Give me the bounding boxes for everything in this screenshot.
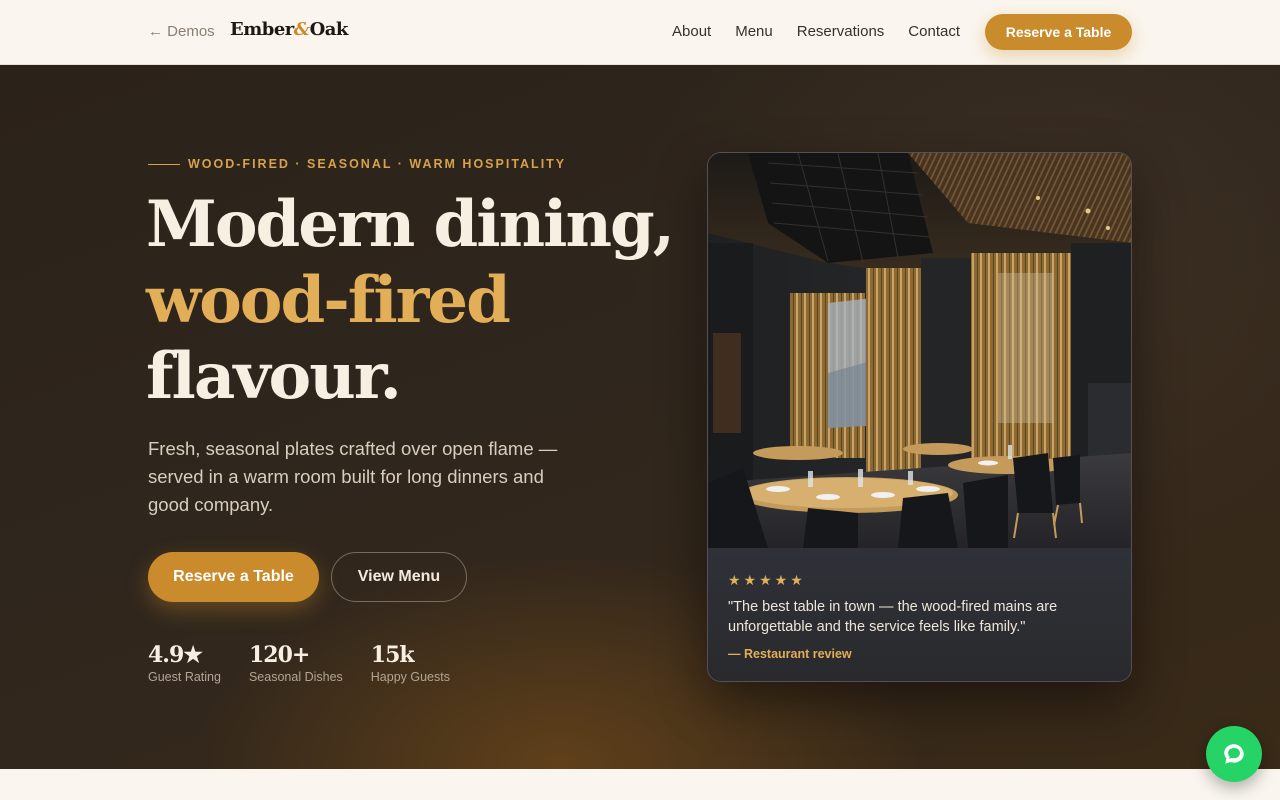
nav-link-contact[interactable]: Contact: [908, 23, 960, 40]
reserve-table-button[interactable]: Reserve a Table: [148, 552, 319, 602]
hero-headline: Modern dining, wood-fired flavour.: [146, 187, 706, 415]
stat-dishes: 120+ Seasonal Dishes: [249, 642, 343, 684]
stat-value: 120+: [248, 642, 310, 668]
hero-eyebrow: WOOD-FIRED · SEASONAL · WARM HOSPITALITY: [148, 157, 566, 171]
stat-label: Seasonal Dishes: [248, 670, 343, 684]
nav-links: About Menu Reservations Contact: [672, 23, 960, 40]
headline-line-1: Modern dining,: [146, 187, 675, 262]
back-to-demos-link[interactable]: ← Demos: [148, 23, 215, 40]
stat-value: 4.9★: [148, 642, 203, 668]
hero-stats: 4.9★ Guest Rating 120+ Seasonal Dishes 1…: [148, 642, 450, 684]
nav-link-reservations[interactable]: Reservations: [797, 23, 885, 40]
view-menu-button[interactable]: View Menu: [331, 552, 467, 602]
stat-rating: 4.9★ Guest Rating: [148, 642, 221, 684]
eyebrow-rule: [148, 163, 180, 165]
chat-widget-button[interactable]: [1206, 726, 1262, 782]
chat-bubble-icon: [1224, 744, 1244, 764]
brand-logo[interactable]: Ember&Oak: [230, 19, 348, 40]
review-panel: ★★★★★ "The best table in town — the wood…: [708, 548, 1131, 681]
stat-label: Happy Guests: [370, 670, 450, 684]
nav-link-menu[interactable]: Menu: [735, 23, 773, 40]
rating-stars: ★★★★★: [728, 572, 806, 588]
nav-link-about[interactable]: About: [672, 23, 711, 40]
hero-photo-card: ★★★★★ "The best table in town — the wood…: [707, 152, 1132, 682]
brand-ampersand: &: [293, 19, 310, 40]
hero-section: WOOD-FIRED · SEASONAL · WARM HOSPITALITY…: [0, 65, 1280, 769]
brand-name-right: Oak: [309, 19, 349, 40]
headline-accent: wood-fired: [146, 263, 511, 338]
stat-label: Guest Rating: [148, 670, 221, 684]
stat-value: 15k: [370, 642, 415, 668]
stat-guests: 15k Happy Guests: [371, 642, 450, 684]
headline-line-3: flavour.: [146, 339, 402, 414]
eyebrow-text: WOOD-FIRED · SEASONAL · WARM HOSPITALITY: [188, 157, 567, 171]
next-section-edge: [0, 769, 1280, 800]
review-quote: "The best table in town — the wood-fired…: [728, 599, 1058, 635]
restaurant-interior-image: [708, 153, 1131, 548]
nav-reserve-button[interactable]: Reserve a Table: [985, 14, 1132, 50]
review-source: — Restaurant review: [728, 647, 852, 661]
hero-description: Fresh, seasonal plates crafted over open…: [148, 438, 558, 515]
brand-name-left: Ember: [230, 19, 294, 40]
top-navbar: ← Demos Ember&Oak About Menu Reservation…: [0, 0, 1280, 65]
